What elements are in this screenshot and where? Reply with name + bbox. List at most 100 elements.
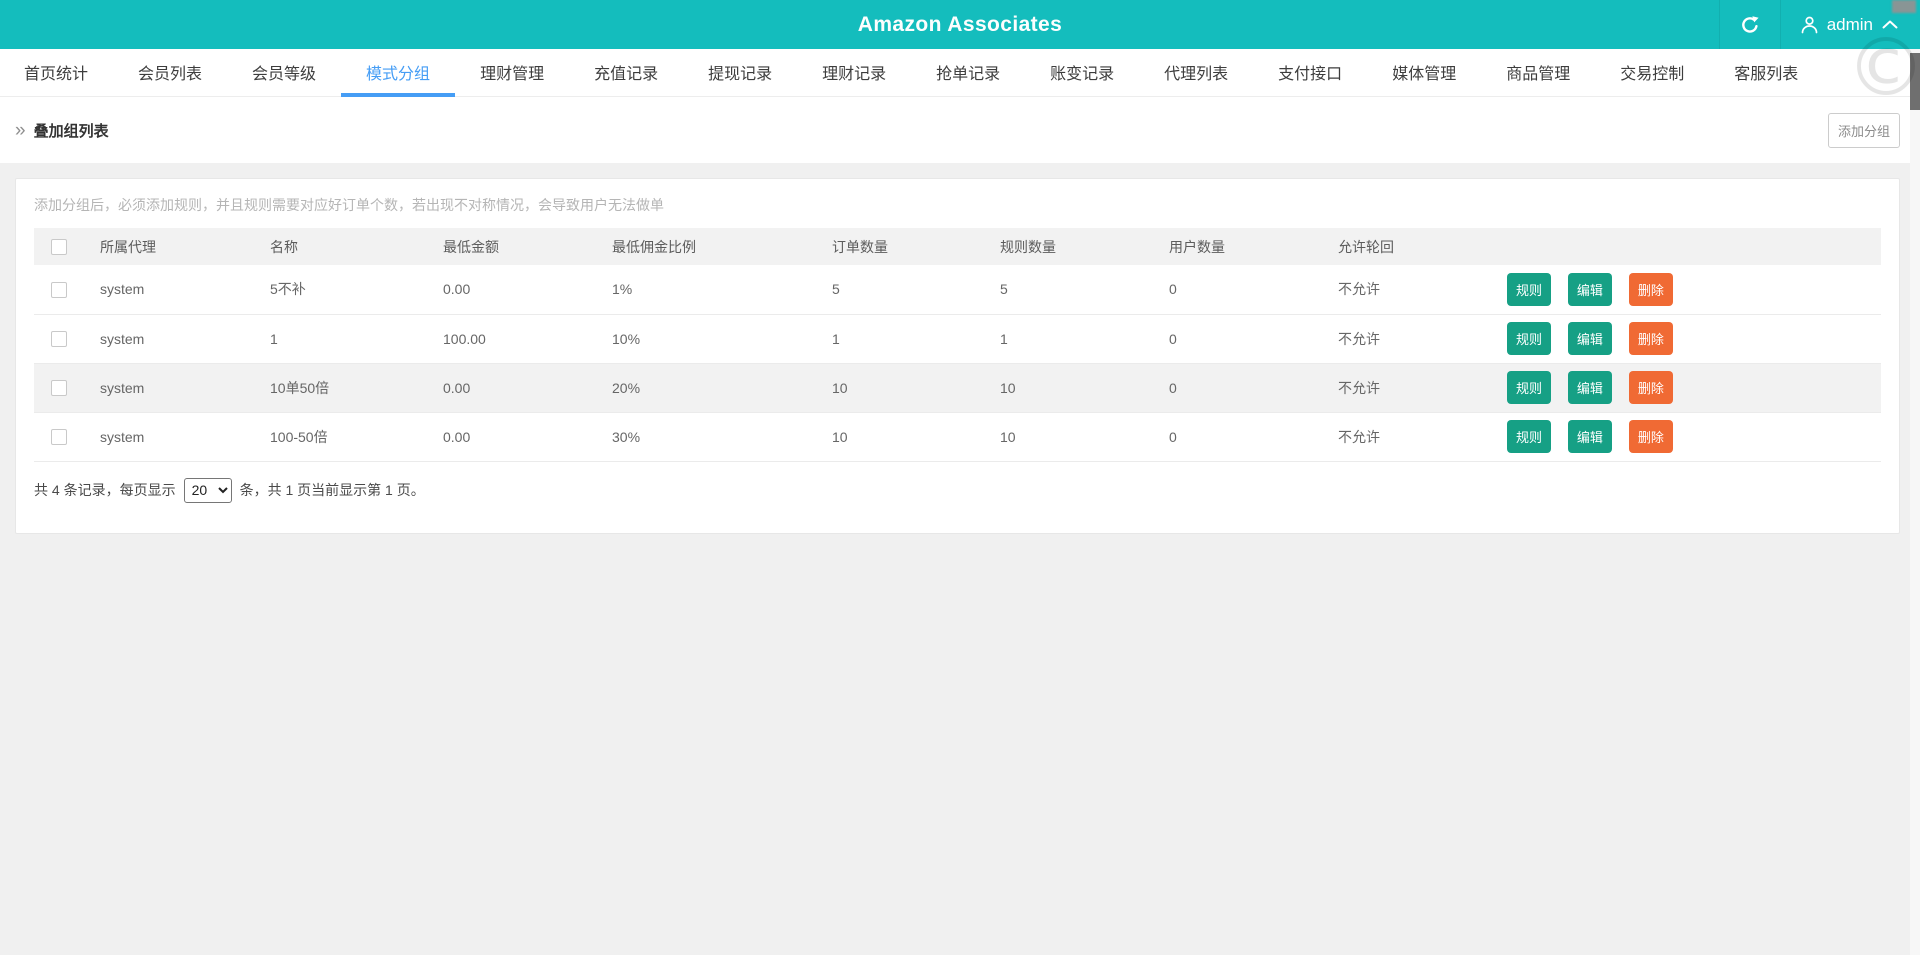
chevron-up-icon [1882,20,1898,29]
table-row: system 10单50倍 0.00 20% 10 10 0 不允许 规则 编辑… [34,363,1881,412]
cell-select [34,412,84,461]
scrollbar-thumb[interactable] [1910,53,1920,110]
scrollbar[interactable] [1910,49,1920,955]
cell-rules: 5 [1000,281,1008,298]
delete-button[interactable]: 删除 [1628,420,1673,453]
nav-item-service-list[interactable]: 客服列表 [1709,49,1823,97]
cell-orders: 5 [832,281,840,298]
rule-button[interactable]: 规则 [1507,371,1552,404]
hint-text: 添加分组后，必须添加规则，并且规则需要对应好订单个数，若出现不对称情况，会导致用… [34,197,664,213]
cell-select [34,314,84,363]
nav-item-home-stats[interactable]: 首页统计 [0,49,113,97]
nav-item-account-change-records[interactable]: 账变记录 [1025,49,1139,97]
cell-name: 5不补 [270,281,306,298]
col-header-actions [1485,228,1881,265]
rule-button[interactable]: 规则 [1507,322,1552,355]
breadcrumb-bar: » 叠加组列表 添加分组 [0,97,1920,163]
table-header-row: 所属代理 名称 最低金额 最低佣金比例 订单数量 规则数量 用户数量 允许轮回 [34,228,1881,265]
cell-agent: system [100,330,145,347]
cell-min-amount: 100.00 [443,330,486,347]
col-header-rules: 规则数量 [1000,238,1056,255]
pagination: 共 4 条记录，每页显示 20 条，共 1 页当前显示第 1 页。 [34,477,1881,503]
cell-agent: system [100,379,145,396]
cell-name: 10单50倍 [270,379,330,396]
add-group-button[interactable]: 添加分组 [1827,112,1900,148]
nav-item-withdraw-records[interactable]: 提现记录 [683,49,797,97]
cell-actions: 规则 编辑 删除 [1485,412,1881,461]
nav-list: 首页统计 会员列表 会员等级 模式分组 理财管理 充值记录 提现记录 理财记录 抢单记录 账变记录… [0,49,1920,97]
nav-item-member-list[interactable]: 会员列表 [113,49,227,97]
page: Amazon Associates admin 首页统计 会员列表 会员等级 模… [0,0,1920,955]
app-header: Amazon Associates admin [0,0,1920,49]
app-title: Amazon Associates [857,13,1063,36]
col-header-name: 名称 [270,238,298,255]
cell-orders: 10 [832,428,848,445]
rule-button[interactable]: 规则 [1507,272,1552,306]
cell-rules: 10 [1000,379,1016,396]
row-checkbox[interactable] [51,380,67,397]
col-header-agent: 所属代理 [100,238,156,255]
cell-name: 100-50倍 [270,428,328,445]
breadcrumb-title: 叠加组列表 [33,122,109,140]
user-icon [1801,16,1818,33]
cell-rules: 10 [1000,428,1016,445]
row-checkbox[interactable] [51,281,67,298]
nav-item-grab-order-records[interactable]: 抢单记录 [911,49,1025,97]
col-header-select [34,228,84,265]
nav-item-mode-group[interactable]: 模式分组 [341,49,456,97]
cell-min-commission: 1% [612,281,633,298]
cell-loop: 不允许 [1338,379,1380,396]
cell-actions: 规则 编辑 删除 [1485,314,1881,363]
cell-actions: 规则 编辑 删除 [1485,363,1881,412]
cell-users: 0 [1169,428,1177,445]
delete-button[interactable]: 删除 [1628,322,1673,355]
pagination-suffix: 条，共 1 页当前显示第 1 页。 [239,482,425,498]
cell-users: 0 [1169,330,1177,347]
delete-button[interactable]: 删除 [1628,272,1673,306]
row-checkbox[interactable] [51,331,67,348]
pagination-prefix: 共 4 条记录，每页显示 [34,482,176,498]
nav-item-product-mgmt[interactable]: 商品管理 [1481,49,1595,97]
nav-item-finance-mgmt[interactable]: 理财管理 [455,49,569,97]
edit-button[interactable]: 编辑 [1567,420,1612,453]
cell-loop: 不允许 [1338,428,1380,445]
edit-button[interactable]: 编辑 [1567,322,1612,355]
cell-orders: 10 [832,379,848,396]
table-row: system 1 100.00 10% 1 1 0 不允许 规则 编辑 删除 [34,314,1881,363]
row-checkbox[interactable] [51,429,67,446]
nav-item-trade-control[interactable]: 交易控制 [1595,49,1709,97]
groups-table: 所属代理 名称 最低金额 最低佣金比例 订单数量 规则数量 用户数量 允许轮回 … [34,228,1881,462]
cell-name: 1 [270,330,278,347]
nav-item-finance-records[interactable]: 理财记录 [797,49,911,97]
double-chevron-icon: » [15,119,26,141]
nav-item-agent-list[interactable]: 代理列表 [1139,49,1253,97]
content-area: 添加分组后，必须添加规则，并且规则需要对应好订单个数，若出现不对称情况，会导致用… [0,163,1920,955]
cell-min-amount: 0.00 [443,428,471,445]
table-row: system 5不补 0.00 1% 5 5 0 不允许 规则 编辑 删除 [34,265,1881,314]
refresh-icon [1741,15,1759,33]
cell-users: 0 [1169,379,1177,396]
cell-min-amount: 0.00 [443,379,471,396]
cell-loop: 不允许 [1338,330,1380,347]
cell-min-amount: 0.00 [443,281,471,298]
nav-item-media-mgmt[interactable]: 媒体管理 [1367,49,1481,97]
page-size-select[interactable]: 20 [183,477,232,503]
main-nav: 首页统计 会员列表 会员等级 模式分组 理财管理 充值记录 提现记录 理财记录 抢单记录 账变记录… [0,49,1920,97]
col-header-min-commission: 最低佣金比例 [612,238,696,255]
cell-select [34,265,84,314]
nav-item-recharge-records[interactable]: 充值记录 [569,49,683,97]
select-all-checkbox[interactable] [51,239,67,256]
cell-users: 0 [1169,281,1177,298]
cell-min-commission: 10% [612,330,641,347]
edit-button[interactable]: 编辑 [1567,371,1612,404]
cell-loop: 不允许 [1338,281,1380,298]
nav-item-member-level[interactable]: 会员等级 [227,49,341,97]
cell-agent: system [100,281,145,298]
delete-button[interactable]: 删除 [1628,371,1673,404]
edit-button[interactable]: 编辑 [1567,272,1612,306]
nav-item-payment-api[interactable]: 支付接口 [1253,49,1367,97]
cell-agent: system [100,428,145,445]
refresh-button[interactable] [1718,0,1781,49]
cell-actions: 规则 编辑 删除 [1485,265,1881,314]
rule-button[interactable]: 规则 [1507,420,1552,453]
